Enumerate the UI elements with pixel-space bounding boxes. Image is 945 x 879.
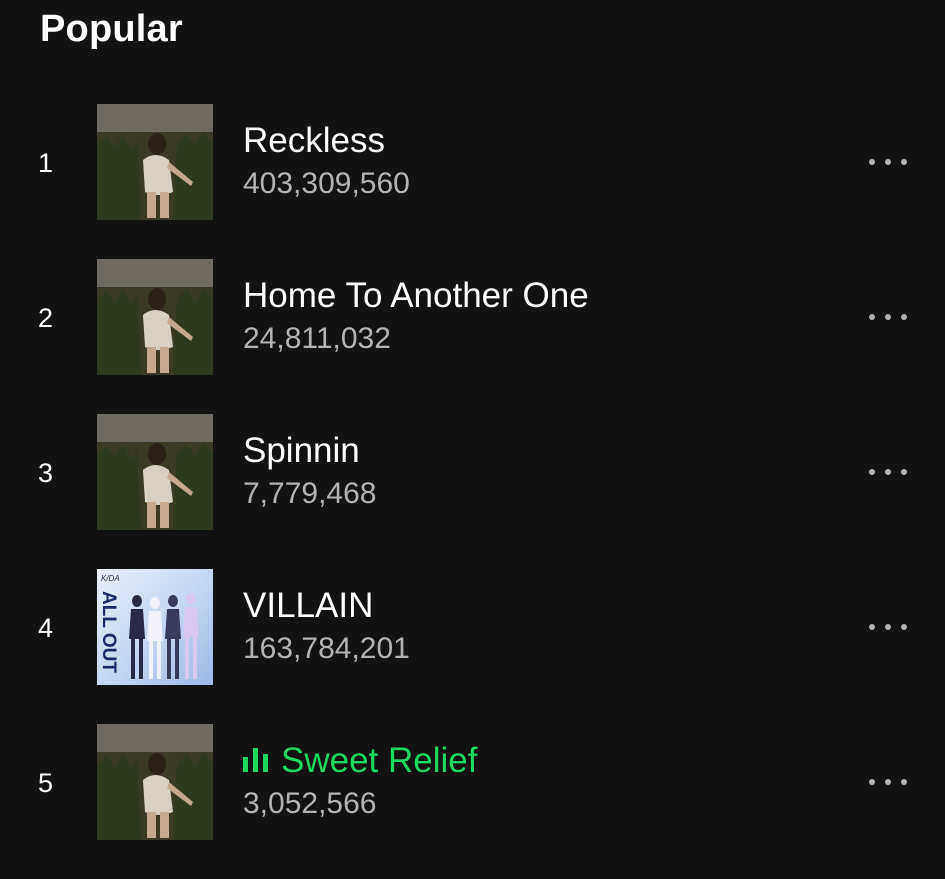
track-play-count: 3,052,566	[243, 787, 377, 820]
equalizer-bars-icon	[243, 747, 268, 772]
track-row[interactable]: 2 Home To Another One 24,811,032	[0, 259, 945, 414]
track-index: 5	[38, 768, 54, 798]
more-options-button[interactable]	[860, 452, 916, 492]
track-info: Reckless 403,309,560	[243, 120, 410, 202]
album-cover-field-portrait	[97, 104, 213, 220]
track-row[interactable]: 4 K/DA ALL OUT VILLAIN 163,784,201	[0, 569, 945, 724]
album-cover-field-portrait	[97, 259, 213, 375]
section-title: Popular	[40, 8, 183, 50]
track-title: Home To Another One	[243, 276, 589, 315]
more-options-button[interactable]	[860, 607, 916, 647]
cover-logo-text: K/DA	[101, 574, 120, 583]
track-row[interactable]: 3 Spinnin 7,779,468	[0, 414, 945, 569]
album-cover-kda-all-out: K/DA ALL OUT	[97, 569, 213, 685]
track-play-count: 24,811,032	[243, 322, 391, 355]
track-info: VILLAIN 163,784,201	[243, 585, 410, 667]
track-info: Spinnin 7,779,468	[243, 430, 376, 512]
track-play-count: 403,309,560	[243, 167, 410, 200]
more-options-icon	[869, 469, 907, 475]
more-options-icon	[869, 314, 907, 320]
track-index: 3	[38, 458, 54, 488]
track-row[interactable]: 5 Sweet Relief 3,052,566	[0, 724, 945, 879]
more-options-icon	[869, 624, 907, 630]
track-title-playing: Sweet Relief	[243, 740, 477, 782]
track-title: Reckless	[243, 121, 385, 160]
more-options-button[interactable]	[860, 762, 916, 802]
track-title: Spinnin	[243, 431, 360, 470]
track-play-count: 7,779,468	[243, 477, 377, 510]
album-cover-field-portrait	[97, 414, 213, 530]
track-index: 2	[38, 303, 54, 333]
more-options-icon	[869, 779, 907, 785]
track-info: Home To Another One 24,811,032	[243, 275, 589, 357]
track-title: VILLAIN	[243, 586, 374, 625]
track-row[interactable]: 1 Reckless 403,309,560	[0, 104, 945, 259]
track-index: 4	[38, 613, 54, 643]
track-title: Sweet Relief	[281, 741, 478, 780]
popular-track-list: 1 Reckless 403,309,560 2 Home To Another…	[0, 104, 945, 879]
track-info: Sweet Relief 3,052,566	[243, 740, 477, 822]
cover-title-text: ALL OUT	[98, 591, 119, 673]
more-options-button[interactable]	[860, 142, 916, 182]
album-cover-field-portrait	[97, 724, 213, 840]
more-options-icon	[869, 159, 907, 165]
more-options-button[interactable]	[860, 297, 916, 337]
track-index: 1	[38, 148, 54, 178]
track-play-count: 163,784,201	[243, 632, 410, 665]
